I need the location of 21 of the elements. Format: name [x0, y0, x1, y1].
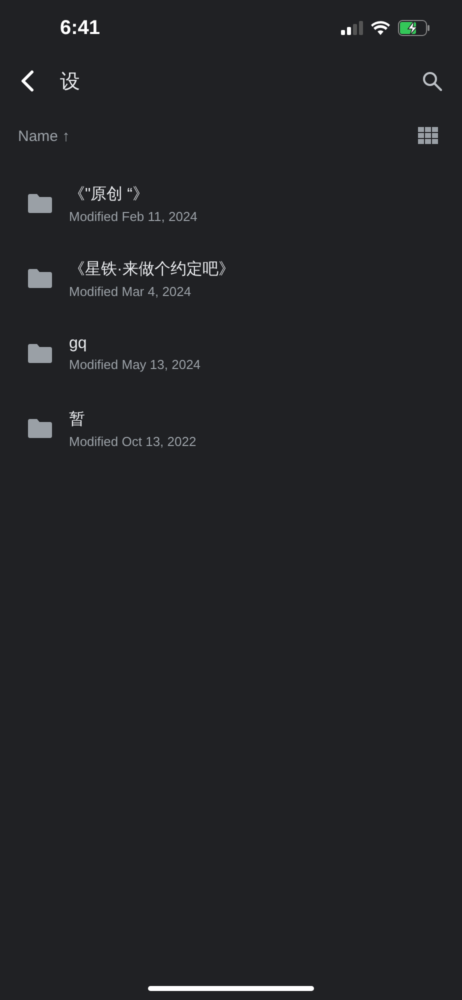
folder-name[interactable]: 暂 — [69, 408, 196, 430]
folder-icon[interactable] — [28, 344, 52, 363]
signal-icon — [341, 21, 363, 35]
folder-name[interactable]: 《"原创 “》 — [69, 184, 198, 204]
folder-name[interactable]: 《星铁·来做个约定吧》 — [69, 258, 234, 280]
folder-icon[interactable] — [28, 194, 52, 213]
modified-date: Modified May 13, 2024 — [69, 357, 201, 372]
modified-date: Modified Mar 4, 2024 — [69, 284, 192, 298]
folder-title: 设 — [60, 70, 81, 94]
wifi-icon — [371, 21, 390, 35]
modified-date: Modified Feb 11, 2024 — [69, 208, 198, 224]
folder-icon[interactable] — [28, 419, 52, 438]
back-icon[interactable] — [20, 70, 34, 92]
battery-icon — [398, 20, 430, 36]
status-time: 6:41 — [60, 16, 100, 40]
folder-name[interactable]: gq — [69, 335, 201, 353]
grid-view-icon[interactable] — [418, 127, 438, 145]
search-icon[interactable] — [422, 71, 442, 91]
modified-date: Modified Oct 13, 2022 — [69, 434, 196, 448]
folder-icon[interactable] — [28, 269, 52, 288]
sort-label[interactable]: Name ↑ — [18, 128, 70, 144]
